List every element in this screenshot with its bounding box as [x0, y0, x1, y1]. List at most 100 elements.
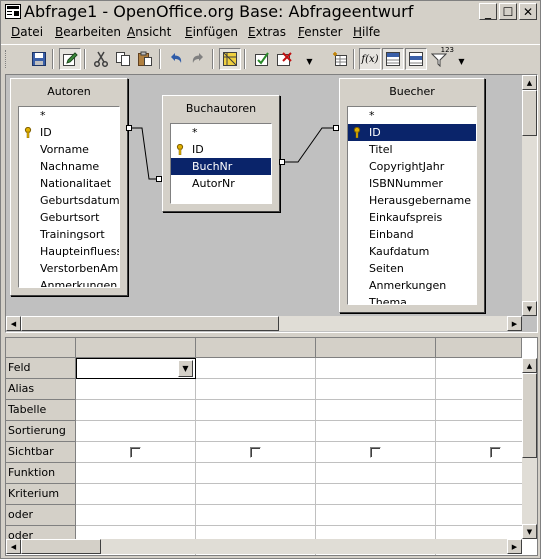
- field-list-buchautoren[interactable]: * ID BuchNr AutorNr: [170, 123, 272, 204]
- table-name-toggle[interactable]: [382, 48, 404, 70]
- field-autoren-id[interactable]: ID: [19, 124, 119, 141]
- menu-einfuegen[interactable]: Einfügen: [185, 25, 238, 40]
- toolbar-separator: [353, 49, 355, 69]
- design-vertical-scrollbar[interactable]: ▲ ▼: [522, 75, 537, 316]
- field-buecher-einband[interactable]: Einband: [348, 226, 476, 243]
- field-autoren-nachname[interactable]: Nachname: [19, 158, 119, 175]
- paste-button[interactable]: [134, 48, 156, 70]
- query-criteria-grid[interactable]: Feld Alias Tabelle Sortierung Sichtbar F…: [5, 337, 538, 556]
- grid-column-header-2[interactable]: [196, 338, 316, 358]
- field-autoren-vorname[interactable]: Vorname: [19, 141, 119, 158]
- visible-checkbox-col2[interactable]: [250, 447, 261, 458]
- visible-checkbox-col4[interactable]: [490, 447, 501, 458]
- menu-datei-mnemonic: D: [11, 25, 21, 39]
- scroll-down-button[interactable]: ▼: [522, 301, 537, 316]
- cut-button[interactable]: [90, 48, 112, 70]
- scroll-right-button[interactable]: ▶: [507, 539, 522, 554]
- scrollbar-thumb[interactable]: [21, 539, 101, 554]
- redo-button[interactable]: [187, 48, 209, 70]
- field-autoren-verstorbenam[interactable]: VerstorbenAm: [19, 260, 119, 277]
- grid-row-label-sichtbar: Sichtbar: [6, 442, 76, 463]
- field-autoren-nationalitaet[interactable]: Nationalitaet: [19, 175, 119, 192]
- field-buecher-titel[interactable]: Titel: [348, 141, 476, 158]
- scroll-left-button[interactable]: ◀: [6, 539, 21, 554]
- toolbar-grip[interactable]: [5, 50, 8, 68]
- field-autoren-all[interactable]: *: [19, 107, 119, 124]
- primary-key-icon: [353, 127, 361, 138]
- grid-vertical-scrollbar[interactable]: ▲ ▼: [522, 358, 537, 539]
- visible-checkbox-col1[interactable]: [130, 447, 141, 458]
- maximize-button[interactable]: ☐: [499, 3, 517, 20]
- field-buchautoren-buchnr[interactable]: BuchNr: [171, 158, 271, 175]
- grid-row-divider: [76, 483, 522, 484]
- menu-einfuegen-label: infügen: [192, 25, 238, 39]
- field-dropdown-button[interactable]: ▼: [178, 360, 193, 377]
- undo-button[interactable]: [165, 48, 187, 70]
- toolbar-overflow-button-2[interactable]: ▼: [456, 50, 467, 68]
- menu-extras[interactable]: Extras: [248, 25, 286, 40]
- menu-bearbeiten[interactable]: Bearbeiten: [55, 25, 121, 40]
- field-buchautoren-all[interactable]: *: [171, 124, 271, 141]
- table-window-buecher[interactable]: Buecher * ID Titel CopyrightJahr ISBNNum…: [339, 78, 485, 313]
- toolbar-overflow-button[interactable]: ▼: [304, 50, 315, 68]
- relation-autoren-buchautoren: [132, 127, 158, 180]
- field-autoren-geburtsdatum[interactable]: Geburtsdatum: [19, 192, 119, 209]
- visible-checkbox-col3[interactable]: [370, 447, 381, 458]
- minimize-button[interactable]: _: [479, 3, 497, 20]
- clear-query-button[interactable]: [273, 48, 295, 70]
- field-buchautoren-id[interactable]: ID: [171, 141, 271, 158]
- field-buecher-thema[interactable]: Thema: [348, 294, 476, 304]
- menu-hilfe[interactable]: Hilfe: [353, 25, 380, 40]
- menu-extras-mnemonic: E: [248, 25, 256, 39]
- functions-toggle[interactable]: f(x): [359, 48, 381, 70]
- scrollbar-thumb[interactable]: [522, 90, 537, 136]
- field-list-buecher[interactable]: * ID Titel CopyrightJahr ISBNNummer Hera…: [347, 106, 477, 305]
- edit-mode-button[interactable]: [59, 48, 81, 70]
- grid-column-header-4[interactable]: [436, 338, 522, 358]
- field-buecher-isbnnummer[interactable]: ISBNNummer: [348, 175, 476, 192]
- menu-fenster[interactable]: Fenster: [298, 25, 343, 40]
- scroll-up-button[interactable]: ▲: [522, 75, 537, 90]
- scrollbar-thumb[interactable]: [21, 316, 279, 331]
- field-buecher-einkaufspreis[interactable]: Einkaufspreis: [348, 209, 476, 226]
- field-buchautoren-autornr[interactable]: AutorNr: [171, 175, 271, 192]
- field-buecher-copyrightjahr[interactable]: CopyrightJahr: [348, 158, 476, 175]
- run-query-button[interactable]: [251, 48, 273, 70]
- table-design-area[interactable]: Autoren * ID Vorname Nachname Nationalit…: [5, 74, 538, 333]
- scroll-down-button[interactable]: ▼: [522, 524, 537, 539]
- scroll-up-button[interactable]: ▲: [522, 358, 537, 373]
- menu-ansicht[interactable]: Ansicht: [127, 25, 171, 40]
- field-autoren-trainingsort[interactable]: Trainingsort: [19, 226, 119, 243]
- table-window-buchautoren[interactable]: Buchautoren * ID BuchNr AutorNr: [162, 95, 280, 212]
- scrollbar-thumb[interactable]: [522, 373, 537, 458]
- add-table-button[interactable]: [329, 48, 351, 70]
- design-horizontal-scrollbar[interactable]: ◀ ▶: [6, 316, 522, 331]
- field-buecher-id[interactable]: ID: [348, 124, 476, 141]
- grid-column-header-1[interactable]: [76, 338, 196, 358]
- table-name-icon: [386, 52, 400, 66]
- title-bar[interactable]: Abfrage1 - OpenOffice.org Base: Abfragee…: [1, 1, 540, 22]
- field-buecher-herausgebername[interactable]: Herausgebername: [348, 192, 476, 209]
- field-buecher-seiten[interactable]: Seiten: [348, 260, 476, 277]
- field-buecher-kaufdatum[interactable]: Kaufdatum: [348, 243, 476, 260]
- table-window-autoren[interactable]: Autoren * ID Vorname Nachname Nationalit…: [10, 78, 128, 296]
- save-button[interactable]: [28, 48, 50, 70]
- field-buecher-anmerkungen[interactable]: Anmerkungen: [348, 277, 476, 294]
- grid-horizontal-scrollbar[interactable]: ◀ ▶: [6, 539, 522, 554]
- field-buecher-all[interactable]: *: [348, 107, 476, 124]
- field-autoren-haupteinfluesse[interactable]: Haupteinfluesse: [19, 243, 119, 260]
- field-autoren-geburtsort[interactable]: Geburtsort: [19, 209, 119, 226]
- close-button[interactable]: ✕: [519, 3, 537, 20]
- scroll-right-button[interactable]: ▶: [507, 316, 522, 331]
- grid-row-label-feld: Feld: [6, 358, 76, 379]
- distinct-values-button[interactable]: 123: [428, 46, 454, 70]
- field-autoren-anmerkungen[interactable]: Anmerkungen: [19, 277, 119, 287]
- menu-datei[interactable]: Datei: [11, 25, 43, 40]
- grid-column-header-3[interactable]: [316, 338, 436, 358]
- field-list-autoren[interactable]: * ID Vorname Nachname Nationalitaet Gebu…: [18, 106, 120, 288]
- scroll-left-button[interactable]: ◀: [6, 316, 21, 331]
- design-view-toggle[interactable]: [219, 48, 241, 70]
- alias-toggle[interactable]: [405, 48, 427, 70]
- copy-button[interactable]: [112, 48, 134, 70]
- run-query-icon: [255, 52, 269, 66]
